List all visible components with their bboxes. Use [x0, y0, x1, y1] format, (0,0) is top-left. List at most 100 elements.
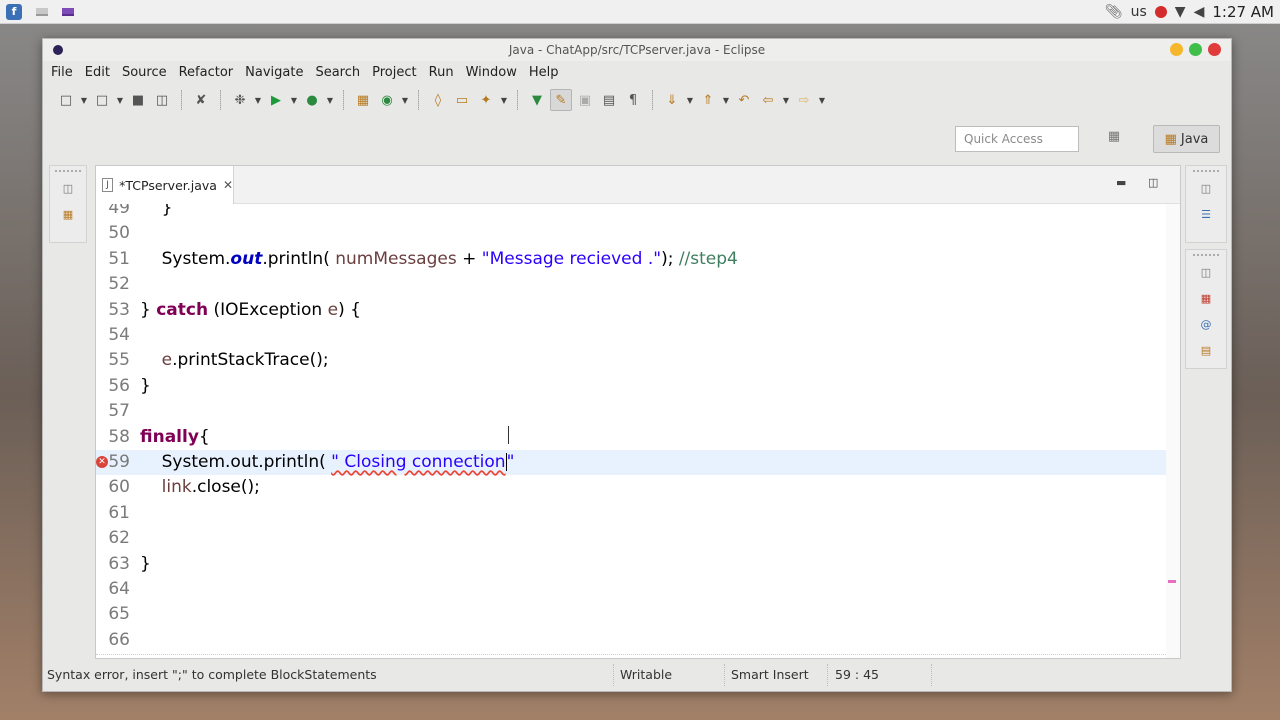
- previous-annotation-icon[interactable]: ⇑: [697, 89, 719, 111]
- taskbar-item-terminal[interactable]: [36, 7, 48, 16]
- trim-handle[interactable]: [55, 170, 81, 172]
- eclipse-app-icon: [53, 45, 63, 55]
- outline-icon[interactable]: ☰: [1198, 208, 1214, 224]
- back-dropdown[interactable]: ▼: [781, 96, 791, 105]
- code-line[interactable]: 65: [96, 602, 1166, 627]
- menu-window[interactable]: Window: [462, 65, 525, 80]
- next-annotation-dropdown[interactable]: ▼: [685, 96, 695, 105]
- java-perspective-button[interactable]: ▦ Java: [1153, 125, 1220, 153]
- open-type-icon[interactable]: ◊: [427, 89, 449, 111]
- forward-dropdown[interactable]: ▼: [817, 96, 827, 105]
- problems-icon[interactable]: ▦: [1198, 292, 1214, 308]
- save-all-icon[interactable]: ◫: [151, 89, 173, 111]
- code-line[interactable]: 55 e.printStackTrace();: [96, 348, 1166, 373]
- menu-source[interactable]: Source: [118, 65, 175, 80]
- menu-help[interactable]: Help: [525, 65, 567, 80]
- status-divider: [613, 664, 614, 686]
- error-overview-marker[interactable]: [1168, 580, 1176, 583]
- maximize-button[interactable]: [1189, 43, 1202, 56]
- new-wizard-icon[interactable]: □: [91, 89, 113, 111]
- package-explorer-icon[interactable]: ▦: [60, 208, 76, 224]
- close-button[interactable]: [1208, 43, 1221, 56]
- previous-annotation-dropdown[interactable]: ▼: [721, 96, 731, 105]
- menu-refactor[interactable]: Refactor: [175, 65, 242, 80]
- code-line[interactable]: ✕ 59 System.out.println( " Closing connec…: [96, 450, 1166, 476]
- save-icon[interactable]: ■: [127, 89, 149, 111]
- code-line[interactable]: 64: [96, 577, 1166, 602]
- code-line[interactable]: 56}: [96, 374, 1166, 399]
- code-line[interactable]: 58 finally{: [96, 425, 1166, 450]
- new-dropdown[interactable]: ▼: [79, 96, 89, 105]
- run-icon[interactable]: ▶: [265, 89, 287, 111]
- external-tools-icon[interactable]: ●: [301, 89, 323, 111]
- paperclip-icon[interactable]: 📎︎: [1105, 4, 1123, 20]
- minimize-button[interactable]: [1170, 43, 1183, 56]
- skip-breakpoints-icon[interactable]: ✘: [190, 89, 212, 111]
- code-line[interactable]: 51 System.out.println( numMessages + "Me…: [96, 247, 1166, 272]
- new-icon[interactable]: □: [55, 89, 77, 111]
- menu-search[interactable]: Search: [311, 65, 368, 80]
- menu-navigate[interactable]: Navigate: [241, 65, 311, 80]
- code-line[interactable]: 54: [96, 323, 1166, 348]
- taskbar-item-eclipse[interactable]: [62, 7, 74, 16]
- word-wrap-icon[interactable]: ▤: [598, 89, 620, 111]
- code-line[interactable]: 49 }: [96, 204, 1166, 221]
- back-icon[interactable]: ⇦: [757, 89, 779, 111]
- code-line[interactable]: 50: [96, 221, 1166, 246]
- toolbar-separator: [220, 90, 221, 110]
- new-wizard-dropdown[interactable]: ▼: [115, 96, 125, 105]
- trim-handle[interactable]: [1193, 170, 1219, 172]
- trim-handle[interactable]: [1193, 254, 1219, 256]
- code-line[interactable]: 63}: [96, 552, 1166, 577]
- menu-edit[interactable]: Edit: [81, 65, 118, 80]
- window-titlebar[interactable]: Java - ChatApp/src/TCPserver.java - Ecli…: [43, 39, 1231, 61]
- new-java-class-icon[interactable]: ◉: [376, 89, 398, 111]
- code-line[interactable]: 62: [96, 526, 1166, 551]
- toggle-breadcrumb-icon[interactable]: ▼: [526, 89, 548, 111]
- search-dropdown[interactable]: ▼: [499, 96, 509, 105]
- maximize-editor-icon[interactable]: ◫: [1148, 176, 1158, 189]
- record-icon[interactable]: [1154, 6, 1167, 18]
- external-tools-dropdown[interactable]: ▼: [325, 96, 335, 105]
- mark-occurrences-icon[interactable]: ✎: [550, 89, 572, 111]
- next-annotation-icon[interactable]: ⇓: [661, 89, 683, 111]
- restore-icon[interactable]: ◫: [60, 182, 76, 198]
- code-line[interactable]: 66: [96, 628, 1166, 653]
- open-task-icon[interactable]: ▭: [451, 89, 473, 111]
- clock[interactable]: 1:27 AM: [1212, 3, 1274, 21]
- restore-icon[interactable]: ◫: [1198, 266, 1214, 282]
- overview-ruler[interactable]: [1166, 204, 1180, 658]
- code-line[interactable]: 53} catch (IOException e) {: [96, 298, 1166, 323]
- show-whitespace-icon[interactable]: ¶: [622, 89, 644, 111]
- declaration-icon[interactable]: ▤: [1198, 344, 1214, 360]
- new-java-class-dropdown[interactable]: ▼: [400, 96, 410, 105]
- quick-access-input[interactable]: Quick Access: [955, 126, 1079, 152]
- network-icon[interactable]: ▼: [1175, 4, 1186, 20]
- code-line[interactable]: 61: [96, 501, 1166, 526]
- new-java-package-icon[interactable]: ▦: [352, 89, 374, 111]
- debug-icon[interactable]: ❉: [229, 89, 251, 111]
- menu-file[interactable]: File: [47, 65, 81, 80]
- keyboard-layout-indicator[interactable]: us: [1131, 4, 1147, 20]
- search-icon[interactable]: ✦: [475, 89, 497, 111]
- open-perspective-icon[interactable]: ▦: [1103, 129, 1125, 151]
- horizontal-scrollbar[interactable]: [96, 654, 1166, 658]
- menu-project[interactable]: Project: [368, 65, 424, 80]
- minimize-editor-icon[interactable]: ▬: [1116, 176, 1126, 189]
- app-launcher-icon[interactable]: f: [6, 3, 22, 20]
- close-tab-icon[interactable]: ✕: [223, 178, 233, 192]
- block-selection-icon[interactable]: ▣: [574, 89, 596, 111]
- volume-icon[interactable]: ◀: [1194, 4, 1205, 20]
- forward-icon[interactable]: ⇨: [793, 89, 815, 111]
- last-edit-location-icon[interactable]: ↶: [733, 89, 755, 111]
- run-dropdown[interactable]: ▼: [289, 96, 299, 105]
- code-line[interactable]: 57: [96, 399, 1166, 424]
- code-line[interactable]: 60 link.close();: [96, 475, 1166, 500]
- code-line[interactable]: 52: [96, 272, 1166, 297]
- menu-run[interactable]: Run: [425, 65, 462, 80]
- restore-icon[interactable]: ◫: [1198, 182, 1214, 198]
- editor-tab[interactable]: J *TCPserver.java ✕: [96, 166, 234, 204]
- debug-dropdown[interactable]: ▼: [253, 96, 263, 105]
- code-area[interactable]: 66 65 64 63} 62 61 60 link.close(); ✕ 59 System.…: [96, 204, 1180, 658]
- javadoc-icon[interactable]: @: [1198, 318, 1214, 334]
